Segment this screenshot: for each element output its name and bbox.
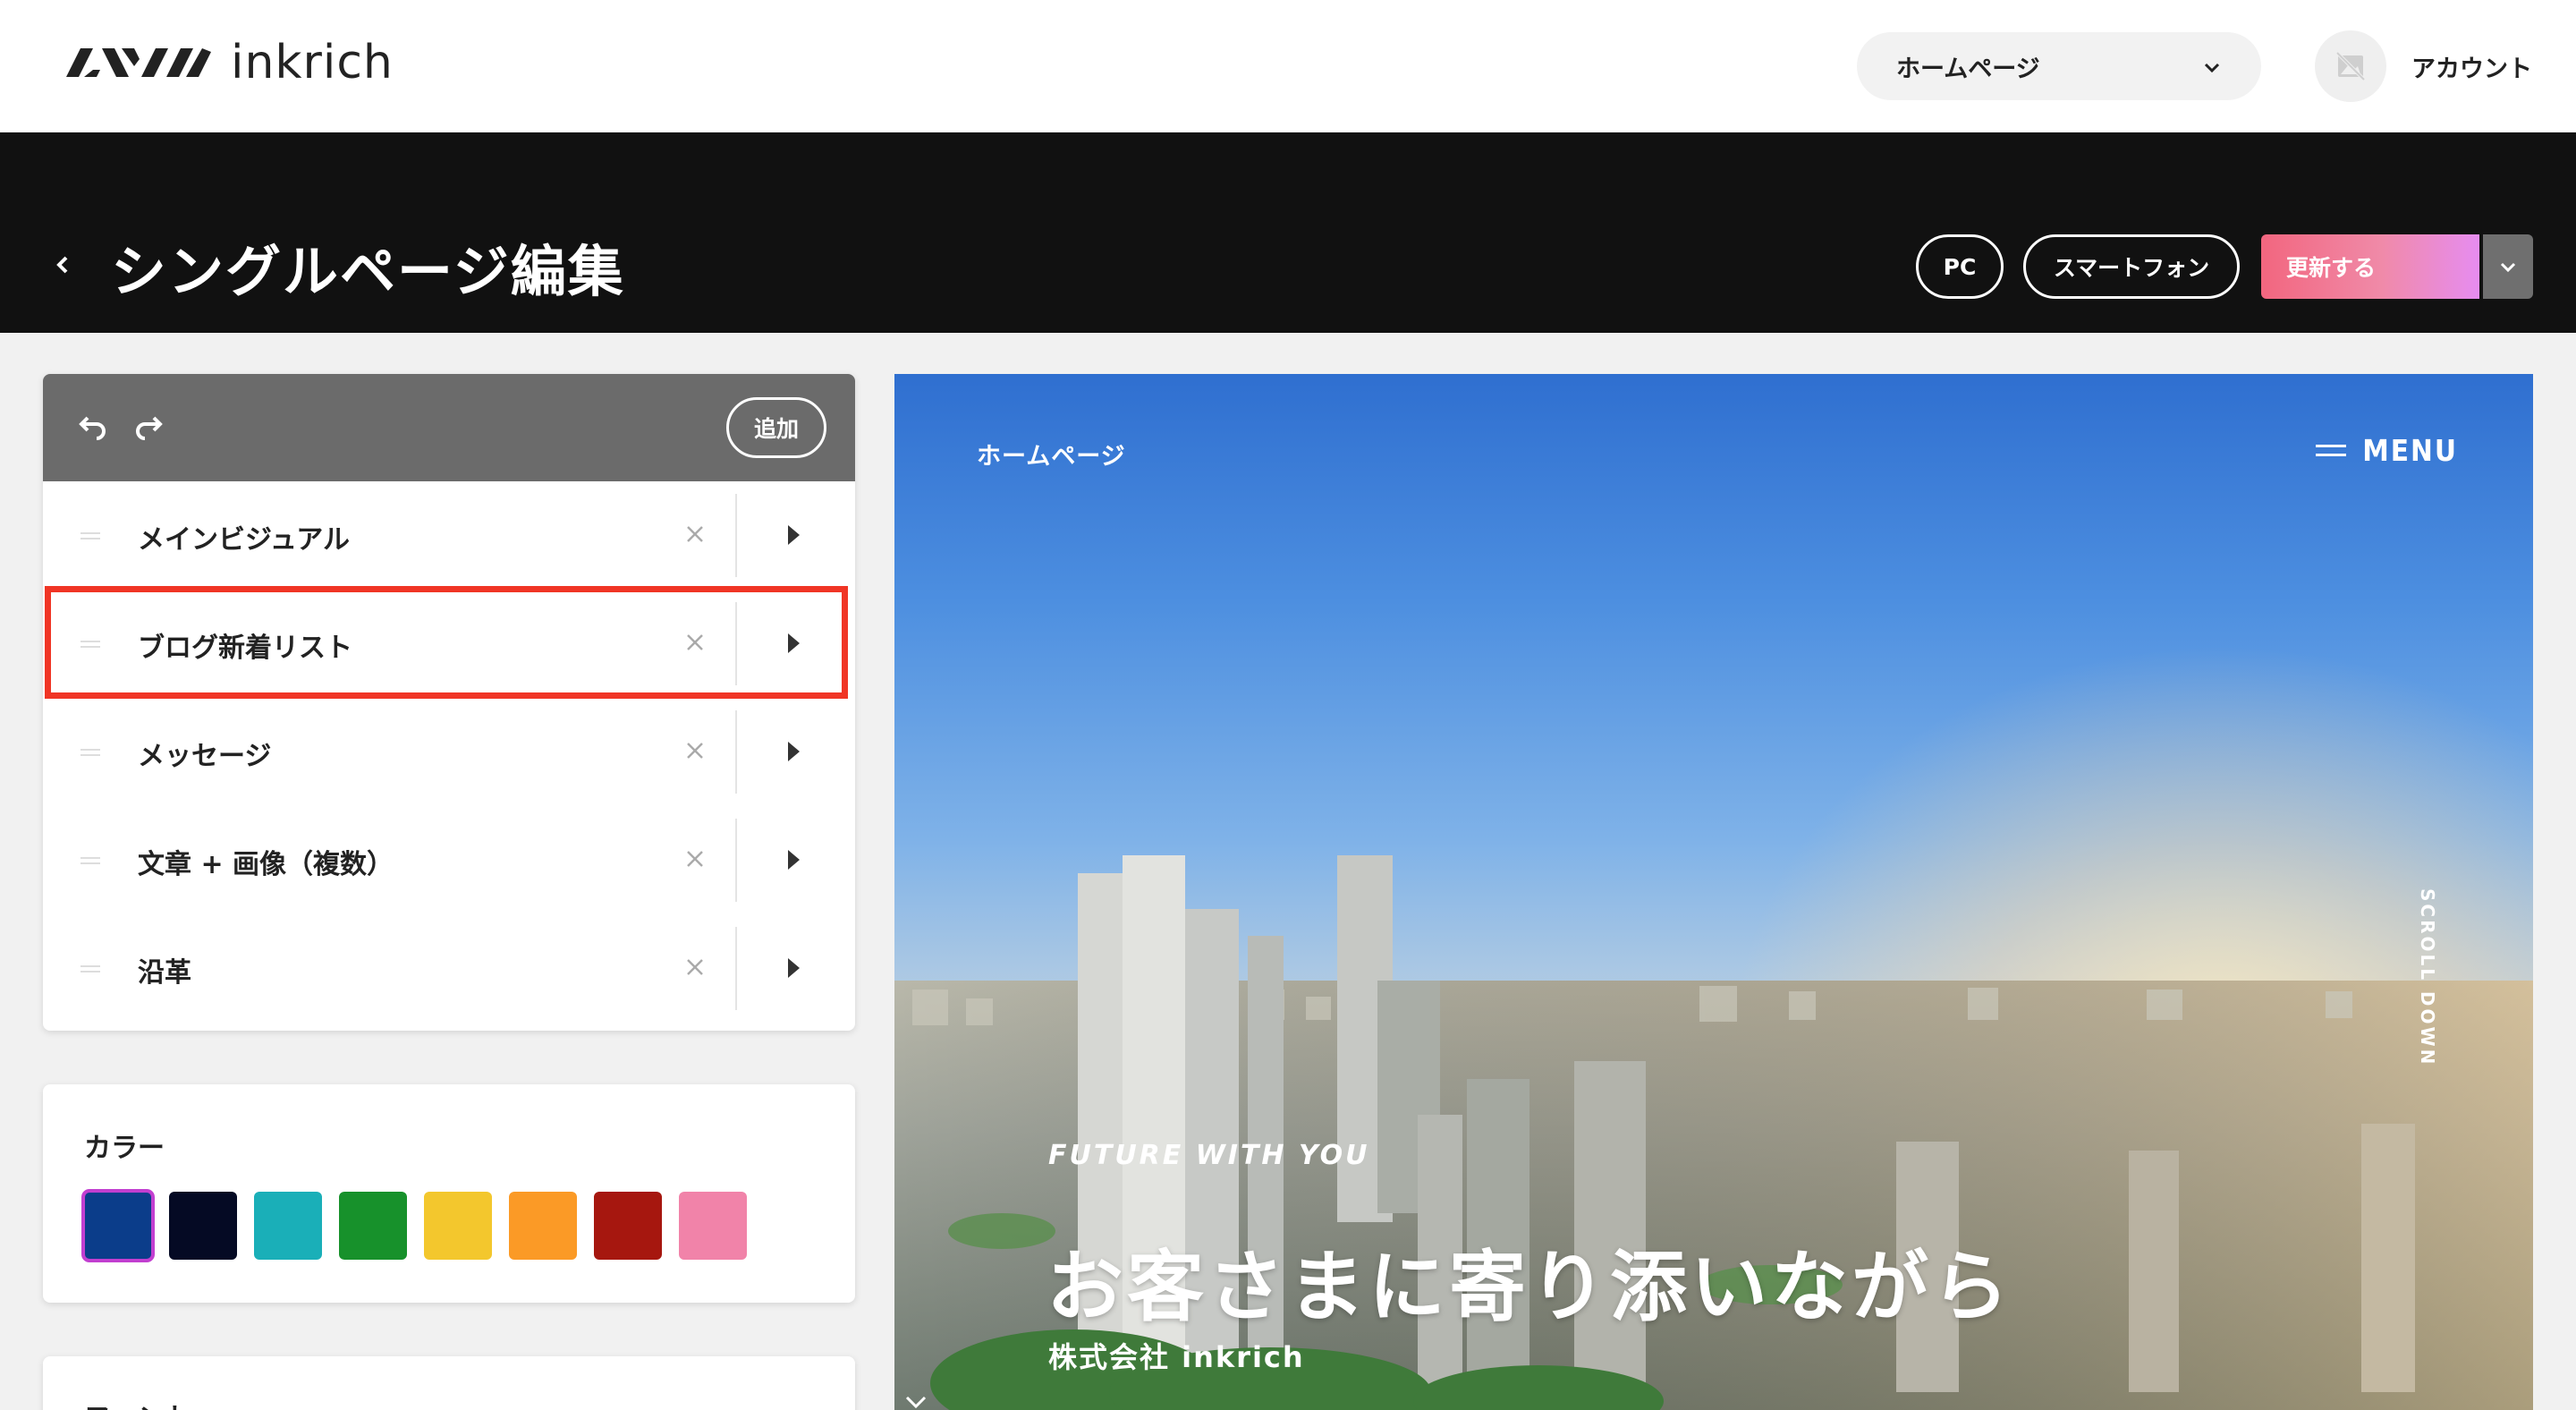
- caret-right-icon[interactable]: [785, 522, 801, 548]
- drag-handle-icon[interactable]: [80, 856, 100, 865]
- chevron-down-icon: [2204, 63, 2220, 73]
- logo-text: inkrich: [231, 36, 394, 89]
- back-chevron-icon[interactable]: [50, 247, 75, 283]
- page-title: シングルページ編集: [111, 239, 625, 304]
- color-swatch[interactable]: [679, 1192, 747, 1260]
- section-list: メインビジュアル ブログ新着リスト メッセージ 文章 + 画像（複数） 沿革: [43, 481, 855, 1023]
- section-item-message[interactable]: メッセージ: [43, 698, 855, 806]
- caret-right-icon[interactable]: [785, 847, 801, 872]
- close-icon[interactable]: [683, 956, 707, 979]
- update-dropdown-button[interactable]: [2483, 234, 2533, 299]
- page-select[interactable]: ホームページ: [1857, 32, 2261, 100]
- undo-icon[interactable]: [73, 412, 109, 444]
- close-icon[interactable]: [683, 847, 707, 871]
- preview-scroll-down: SCROLL DOWN: [2417, 888, 2438, 1067]
- section-label: メインビジュアル: [138, 524, 350, 556]
- section-item-text-images[interactable]: 文章 + 画像（複数）: [43, 806, 855, 914]
- divider: [735, 602, 737, 685]
- color-swatch[interactable]: [169, 1192, 237, 1260]
- section-item-blog-list[interactable]: ブログ新着リスト: [43, 590, 855, 698]
- section-item-main-visual[interactable]: メインビジュアル: [43, 481, 855, 590]
- sections-toolbar: 追加: [43, 374, 855, 481]
- drag-handle-icon[interactable]: [80, 748, 100, 757]
- color-panel: カラー: [43, 1084, 855, 1303]
- preview-headline: お客さまに寄り添いながら: [1046, 1243, 2012, 1332]
- caret-right-icon[interactable]: [785, 739, 801, 764]
- smartphone-view-button[interactable]: スマートフォン: [2023, 234, 2240, 299]
- page-preview: ホームページ MENU SCROLL DOWN FUTURE WITH YOU …: [894, 374, 2533, 1410]
- chevron-down-icon: [2500, 262, 2516, 273]
- color-swatch[interactable]: [81, 1189, 155, 1262]
- preview-company-name: 株式会社 inkrich: [1048, 1340, 1305, 1374]
- color-swatch[interactable]: [254, 1192, 322, 1260]
- update-button[interactable]: 更新する: [2261, 234, 2479, 299]
- section-label: ブログ新着リスト: [138, 633, 352, 664]
- color-swatch[interactable]: [594, 1192, 662, 1260]
- drag-handle-icon[interactable]: [80, 640, 100, 649]
- add-section-button[interactable]: 追加: [726, 397, 826, 458]
- close-icon[interactable]: [683, 522, 707, 546]
- hamburger-icon: [2316, 444, 2347, 456]
- pc-view-button[interactable]: PC: [1916, 234, 2004, 299]
- chevron-down-icon: [905, 1396, 927, 1409]
- logo-mark-icon: [66, 48, 211, 77]
- caret-right-icon[interactable]: [785, 956, 801, 981]
- preview-menu-label: MENU: [2362, 433, 2458, 468]
- caret-right-icon[interactable]: [785, 631, 801, 656]
- font-title: フォント: [84, 1396, 191, 1410]
- account-label: アカウント: [2411, 55, 2532, 83]
- divider: [735, 494, 737, 577]
- section-item-history[interactable]: 沿革: [43, 914, 855, 1023]
- color-swatch[interactable]: [424, 1192, 492, 1260]
- page-select-value: ホームページ: [1896, 55, 2040, 83]
- preview-tagline: FUTURE WITH YOU: [1048, 1140, 1370, 1171]
- close-icon[interactable]: [683, 631, 707, 654]
- color-swatch[interactable]: [509, 1192, 577, 1260]
- no-image-icon: [2335, 51, 2366, 81]
- preview-nav-home[interactable]: ホームページ: [977, 437, 1126, 471]
- color-title: カラー: [84, 1133, 165, 1164]
- redo-icon[interactable]: [132, 412, 168, 444]
- color-swatch[interactable]: [339, 1192, 407, 1260]
- section-label: 文章 + 画像（複数）: [138, 849, 394, 880]
- divider: [735, 927, 737, 1010]
- font-panel: フォント: [43, 1356, 855, 1410]
- section-label: 沿革: [138, 957, 191, 989]
- divider: [735, 819, 737, 902]
- divider: [735, 710, 737, 794]
- close-icon[interactable]: [683, 739, 707, 762]
- color-swatches: [81, 1189, 747, 1262]
- account-menu[interactable]: アカウント: [2315, 30, 2532, 102]
- section-label: メッセージ: [138, 741, 272, 772]
- drag-handle-icon[interactable]: [80, 531, 100, 540]
- drag-handle-icon[interactable]: [80, 964, 100, 973]
- preview-menu-button[interactable]: MENU: [2316, 433, 2458, 468]
- title-bar: シングルページ編集 PC スマートフォン 更新する: [0, 132, 2576, 333]
- logo[interactable]: inkrich: [66, 36, 394, 89]
- top-header: inkrich ホームページ アカウント: [0, 0, 2576, 132]
- avatar: [2315, 30, 2386, 102]
- sections-panel: 追加 メインビジュアル ブログ新着リスト メッセージ 文章 + 画像（複数） 沿…: [43, 374, 855, 1031]
